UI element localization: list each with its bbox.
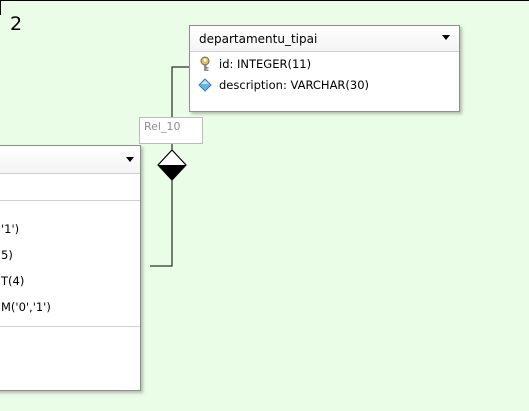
column-row[interactable]: '1') — [1, 216, 140, 242]
relation-diamond-fill — [158, 165, 186, 180]
column-row[interactable]: M('0','1') — [1, 294, 140, 320]
column-row[interactable]: 5) — [1, 242, 140, 268]
chevron-down-icon[interactable] — [442, 35, 450, 40]
table-departamentu-tipai[interactable]: departamentu_tipai id: INTEGER(11) descr… — [189, 25, 460, 112]
table-name: departamentu_tipai — [199, 31, 318, 46]
column-text: T(4) — [1, 274, 25, 288]
column-row[interactable]: id: INTEGER(11) — [197, 53, 459, 74]
key-icon — [197, 56, 213, 72]
table-header[interactable]: departamentu_tipai — [190, 26, 459, 52]
table-header[interactable] — [0, 146, 140, 174]
relation-line-bottom — [150, 180, 173, 267]
table-key-section — [0, 174, 140, 201]
column-row[interactable]: T(4) — [1, 268, 140, 294]
column-text: M('0','1') — [1, 300, 51, 314]
chevron-down-icon[interactable] — [126, 157, 134, 162]
column-text: '1') — [1, 222, 20, 236]
column-text: 5) — [1, 248, 13, 262]
diamond-icon — [197, 77, 213, 93]
column-text: id: INTEGER(11) — [219, 56, 312, 71]
table-partial[interactable]: '1') 5) T(4) M('0','1') — [0, 145, 141, 391]
relation-label[interactable]: Rel_10 — [139, 117, 203, 144]
diagram-canvas: 2 Rel_10 departamentu_tipai id: INTEGER(… — [0, 0, 529, 411]
column-row[interactable]: description: VARCHAR(30) — [197, 74, 459, 95]
table-columns: '1') 5) T(4) M('0','1') — [0, 201, 140, 327]
column-text: description: VARCHAR(30) — [219, 77, 370, 92]
